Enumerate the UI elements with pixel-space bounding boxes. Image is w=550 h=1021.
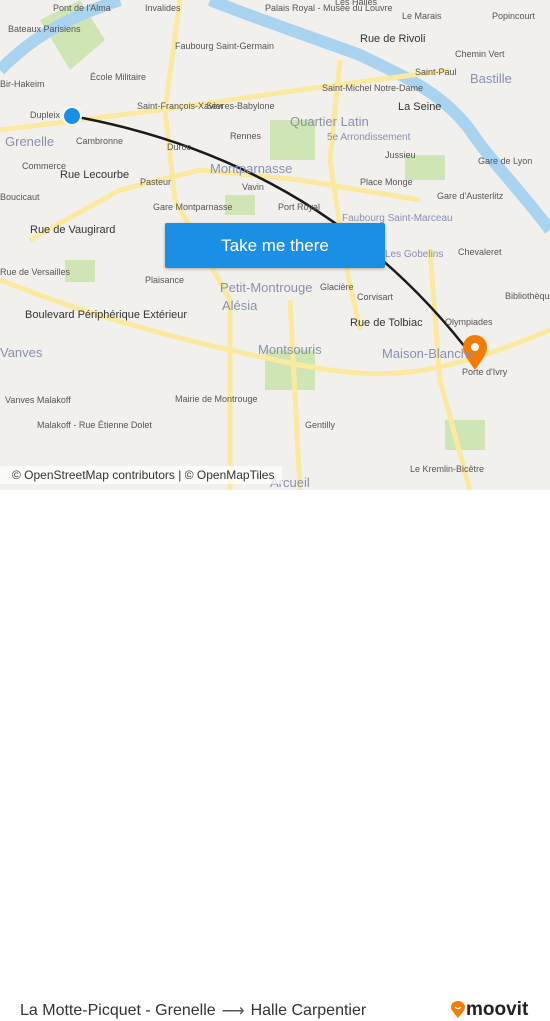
map-label: Mairie de Montrouge xyxy=(175,394,258,404)
map-label: Rue Lecourbe xyxy=(60,169,130,181)
map-label: Rue de Rivoli xyxy=(360,33,426,45)
origin-marker[interactable] xyxy=(62,106,82,126)
map-label: Montsouris xyxy=(258,342,322,357)
map[interactable]: Pont de l'Alma Invalides Palais Royal - Mu… xyxy=(0,0,550,490)
map-label: Gare d'Austerlitz xyxy=(437,191,504,201)
map-label: Montparnasse xyxy=(210,161,293,176)
map-label: Jussieu xyxy=(385,150,416,160)
map-label: Corvisart xyxy=(357,292,394,302)
map-label: Alésia xyxy=(222,298,258,313)
map-label: Dupleix xyxy=(30,110,61,120)
map-label: Boulevard Périphérique Extérieur xyxy=(25,309,188,321)
map-label: Popincourt xyxy=(492,11,536,21)
map-label: Vavin xyxy=(242,182,264,192)
map-label: Place Monge xyxy=(360,177,413,187)
route-summary: La Motte-Picquet - Grenelle ⟶ Halle Carp… xyxy=(20,1001,366,1021)
map-label: Gare Montparnasse xyxy=(153,202,233,212)
footer: La Motte-Picquet - Grenelle ⟶ Halle Carp… xyxy=(0,490,550,1020)
map-label: Chemin Vert xyxy=(455,49,505,59)
take-me-there-button[interactable]: Take me there xyxy=(165,223,385,268)
map-label: Malakoff - Rue Étienne Dolet xyxy=(37,420,152,430)
map-label: Faubourg Saint-Germain xyxy=(175,41,275,51)
arrow-right-icon: ⟶ xyxy=(221,1003,245,1020)
map-label: Les Gobelins xyxy=(385,249,444,260)
origin-name: La Motte-Picquet - Grenelle xyxy=(20,1002,216,1019)
map-label: Bir-Hakeim xyxy=(0,79,45,89)
map-label: Pasteur xyxy=(140,177,172,187)
map-label: Rue de Versailles xyxy=(0,267,71,277)
map-label: Les Halles xyxy=(335,0,378,7)
map-label: Invalides xyxy=(145,3,181,13)
moovit-logo: moovit xyxy=(450,999,528,1021)
map-label: Boucicaut xyxy=(0,192,40,202)
map-label: Saint-Paul xyxy=(415,67,457,77)
map-label: Le Kremlin-Bicêtre xyxy=(410,464,485,474)
map-label: Bateaux Parisiens xyxy=(8,24,81,34)
map-attribution[interactable]: © OpenStreetMap contributors | © OpenMap… xyxy=(0,466,283,484)
map-label: Cambronne xyxy=(76,136,124,146)
map-label: Pont de l'Alma xyxy=(53,3,111,13)
map-label: École Militaire xyxy=(90,72,147,82)
map-label: Rue de Vaugirard xyxy=(30,224,116,236)
map-label: Bastille xyxy=(470,71,512,86)
map-label: Rennes xyxy=(230,131,262,141)
map-label: Glacière xyxy=(320,282,354,292)
map-label: Chevaleret xyxy=(458,247,502,257)
map-label: Vanves xyxy=(0,345,43,360)
map-label: Saint-Michel Notre-Dame xyxy=(322,83,424,93)
map-label: Maison-Blanche xyxy=(382,346,476,361)
map-label: Duroc xyxy=(167,142,192,152)
map-label: Gentilly xyxy=(305,420,336,430)
map-label: Olympiades xyxy=(445,317,493,327)
map-label: Porte d'Ivry xyxy=(462,367,508,377)
moovit-pin-icon xyxy=(451,1001,465,1018)
map-label: La Seine xyxy=(398,101,442,113)
map-label: 5e Arrondissement xyxy=(327,132,411,143)
map-label: Sèvres-Babylone xyxy=(206,101,275,111)
map-label: Grenelle xyxy=(5,134,55,149)
map-label: Vanves Malakoff xyxy=(5,395,71,405)
map-label: Quartier Latin xyxy=(290,114,369,129)
moovit-wordmark: moovit xyxy=(466,999,529,1020)
map-label: Le Marais xyxy=(402,11,442,21)
destination-name: Halle Carpentier xyxy=(250,1002,367,1019)
map-label: Plaisance xyxy=(145,275,185,285)
map-label: Bibliothèque François Mitterrand xyxy=(505,291,550,301)
map-label: Rue de Tolbiac xyxy=(350,317,423,329)
map-label: Petit-Montrouge xyxy=(220,280,313,295)
map-label: Gare de Lyon xyxy=(478,156,533,166)
map-label: Port Royal xyxy=(278,202,321,212)
road xyxy=(287,299,303,490)
